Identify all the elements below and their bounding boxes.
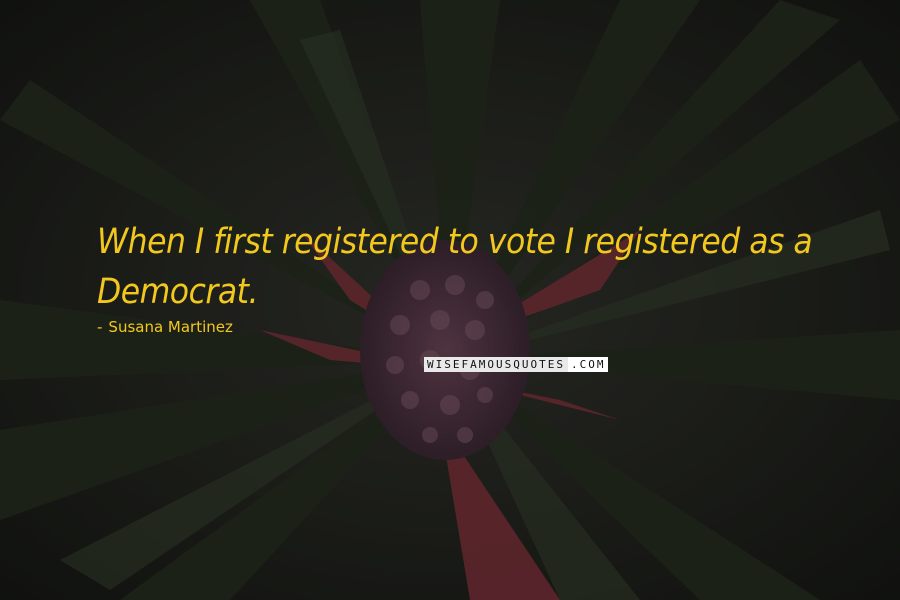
watermark-logo: WISEFAMOUSQUOTES .COM <box>420 356 612 372</box>
quote-image: When I first registered to vote I regist… <box>0 0 900 600</box>
author-name: Susana Martinez <box>108 318 233 336</box>
watermark-right: .COM <box>567 356 609 372</box>
quote-text: When I first registered to vote I regist… <box>97 222 813 312</box>
watermark-left: WISEFAMOUSQUOTES <box>424 356 568 372</box>
quote-author: - Susana Martinez <box>97 318 233 336</box>
author-dash: - <box>97 318 103 336</box>
